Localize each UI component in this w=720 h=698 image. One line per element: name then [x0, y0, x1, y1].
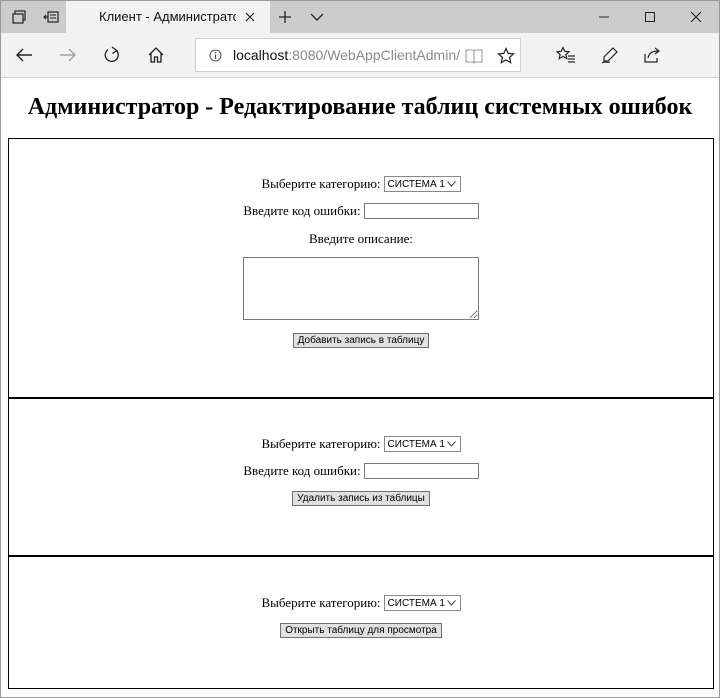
- close-icon[interactable]: [242, 9, 258, 25]
- category-select-value: СИСТЕМА 1: [387, 438, 445, 450]
- delete-record-section: Выберите категорию: СИСТЕМА 1 Введите ко…: [8, 397, 714, 557]
- view-category-row: Выберите категорию: СИСТЕМА 1: [9, 594, 713, 612]
- minimize-icon[interactable]: [581, 1, 627, 33]
- browser-window: Клиент - Администратор localhost:8080/We…: [0, 0, 720, 698]
- category-label: Выберите категорию:: [261, 176, 381, 191]
- error-code-label: Введите код ошибки:: [243, 463, 361, 478]
- close-icon[interactable]: [673, 1, 719, 33]
- add-code-row: Введите код ошибки:: [9, 202, 713, 220]
- refresh-icon[interactable]: [96, 39, 128, 71]
- error-code-input[interactable]: [363, 463, 479, 479]
- navigation-bar: localhost:8080/WebAppClientAdmin/: [1, 33, 719, 78]
- tab-title: Клиент - Администратор: [99, 9, 236, 24]
- description-label: Введите описание:: [308, 231, 413, 246]
- add-category-row: Выберите категорию: СИСТЕМА 1: [9, 175, 713, 193]
- address-text[interactable]: localhost:8080/WebAppClientAdmin/: [233, 47, 460, 65]
- category-label: Выберите категорию:: [261, 595, 381, 610]
- forward-arrow-icon[interactable]: [52, 39, 84, 71]
- error-code-input[interactable]: [363, 203, 479, 219]
- category-select-value: СИСТЕМА 1: [387, 597, 445, 609]
- category-select[interactable]: СИСТЕМА 1: [383, 436, 461, 452]
- share-icon[interactable]: [636, 39, 668, 71]
- book-icon[interactable]: [464, 46, 484, 66]
- view-table-section: Выберите категорию: СИСТЕМА 1 Открыть та…: [8, 555, 714, 689]
- chevron-down-icon: [447, 179, 457, 189]
- address-path: :8080/WebAppClientAdmin/: [288, 47, 460, 63]
- favorites-list-icon[interactable]: [550, 39, 582, 71]
- home-icon[interactable]: [140, 39, 172, 71]
- set-aside-icon[interactable]: [35, 1, 67, 33]
- page-title: Администратор - Редактирование таблиц си…: [27, 94, 693, 120]
- page-content: Администратор - Редактирование таблиц си…: [1, 79, 719, 697]
- address-bar[interactable]: localhost:8080/WebAppClientAdmin/: [195, 38, 521, 72]
- chevron-down-icon: [447, 598, 457, 608]
- back-arrow-icon[interactable]: [8, 39, 40, 71]
- open-table-button[interactable]: Открыть таблицу для просмотра: [280, 622, 442, 638]
- pen-icon[interactable]: [594, 39, 626, 71]
- delete-button-row: Удалить запись из таблицы: [9, 490, 713, 506]
- add-button-row: Добавить запись в таблицу: [9, 332, 713, 348]
- delete-record-button[interactable]: Удалить запись из таблицы: [292, 490, 430, 506]
- plus-icon[interactable]: [269, 1, 301, 33]
- tab-bar: Клиент - Администратор: [1, 1, 719, 33]
- category-select[interactable]: СИСТЕМА 1: [383, 176, 461, 192]
- category-select-value: СИСТЕМА 1: [387, 178, 445, 190]
- delete-code-row: Введите код ошибки:: [9, 462, 713, 480]
- chevron-down-icon[interactable]: [301, 1, 333, 33]
- description-textarea[interactable]: [243, 257, 479, 320]
- maximize-icon[interactable]: [627, 1, 673, 33]
- category-label: Выберите категорию:: [261, 436, 381, 451]
- error-code-label: Введите код ошибки:: [243, 203, 361, 218]
- category-select[interactable]: СИСТЕМА 1: [383, 595, 461, 611]
- view-button-row: Открыть таблицу для просмотра: [9, 622, 713, 638]
- add-record-button[interactable]: Добавить запись в таблицу: [292, 332, 430, 348]
- tabs-icon[interactable]: [3, 1, 35, 33]
- delete-category-row: Выберите категорию: СИСТЕМА 1: [9, 435, 713, 453]
- address-host: localhost: [233, 47, 289, 63]
- star-icon[interactable]: [496, 46, 516, 66]
- description-label-row: Введите описание:: [9, 230, 713, 248]
- tab-active[interactable]: Клиент - Администратор: [66, 1, 270, 33]
- add-record-section: Выберите категорию: СИСТЕМА 1 Введите ко…: [8, 138, 714, 399]
- info-icon[interactable]: [208, 48, 222, 62]
- chevron-down-icon: [447, 439, 457, 449]
